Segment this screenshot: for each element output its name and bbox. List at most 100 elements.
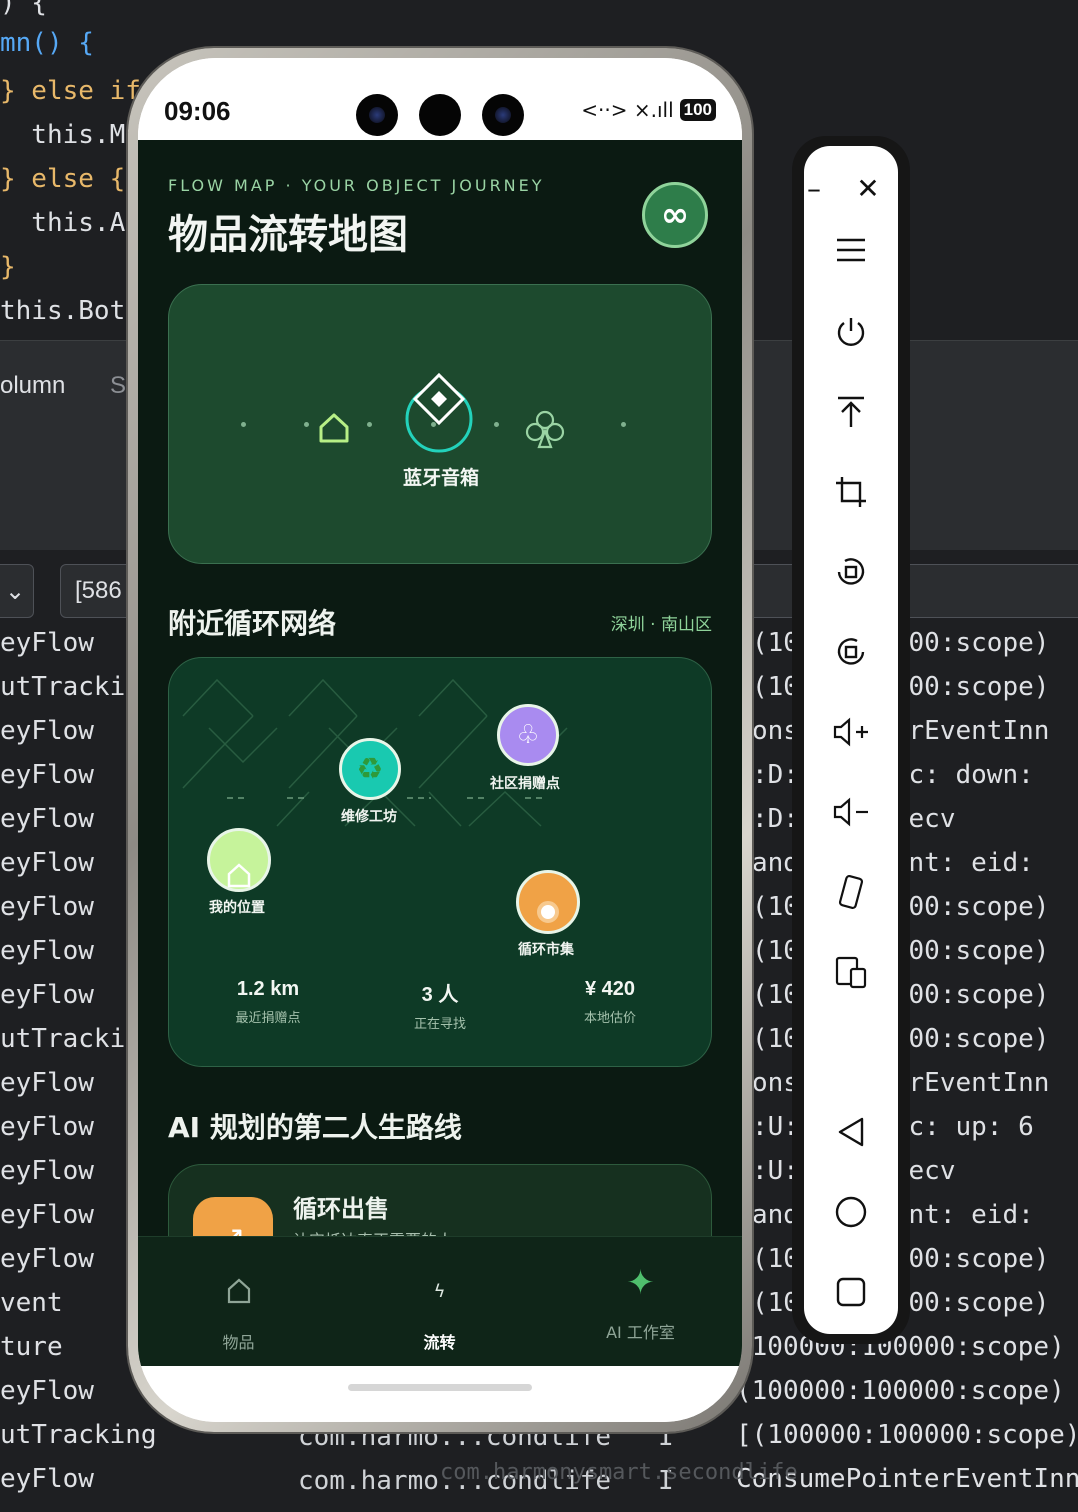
donate-point-node[interactable]: ♧ [497,704,559,766]
log-line: eyFlow [0,1376,94,1406]
code-line: this.Ma [0,120,141,150]
stat-seekers: 3 人 正在寻找 [365,978,515,1032]
status-bar: 09:06 <··> ×.ıll 100 [138,58,742,140]
my-location-label: 我的位置 [209,900,265,916]
recycle-icon: ♻ [356,751,384,787]
code-line: ) { [0,0,47,18]
log-line: eyFlow [0,1112,94,1142]
close-icon[interactable]: ✕ [838,158,898,218]
donate-point-label: 社区捐赠点 [490,776,560,792]
target-icon [537,901,559,923]
market-node[interactable] [516,870,580,934]
phone-screen: 09:06 <··> ×.ıll 100 FLOW MAP · YOUR OBJ… [138,58,742,1422]
emulator-toolbar-panel: – ✕ [804,146,898,1334]
rotate-top-icon[interactable] [804,382,898,442]
stat-value: ¥ 420 [584,978,636,1000]
home-indicator[interactable] [348,1384,532,1391]
nearby-network-card[interactable]: ♻ 维修工坊 ♧ 社区捐赠点 我的位置 循环市集 1.2 km 最近捐赠点 3 … [168,657,712,1067]
stat-label: 正在寻找 [413,1017,466,1032]
status-time: 09:06 [164,96,231,126]
log-line: utTracki [0,672,126,702]
location-label[interactable]: 深圳 · 南山区 [611,610,712,635]
log-line: eyFlow [0,716,94,746]
device-dropdown[interactable]: ⌄ [0,564,34,618]
log-line: eyFlow [0,760,94,790]
log-line: eyFlow [0,1068,94,1098]
code-line: } [0,252,16,282]
flow-hero-card[interactable]: 蓝牙音箱 [168,284,712,564]
tab-label: 物品 [222,1333,255,1352]
current-item-icon [405,372,473,453]
log-line: eyFlow [0,848,94,878]
power-icon[interactable] [804,302,898,362]
stat-value: 1.2 km [236,978,300,1000]
flow-dot [494,422,499,427]
club-icon: ♧ [516,720,540,750]
shake-icon[interactable] [804,862,898,922]
log-line: eyFlow [0,1200,94,1230]
code-line: mn() { [0,28,94,58]
code-line: } else { [0,164,126,194]
log-line: eyFlow [0,804,94,834]
log-line: ture [0,1332,63,1362]
route-card-title: 循环出售 [293,1195,389,1223]
watermark-text: com.harmonysmart.secondlife [440,1460,798,1485]
home-icon [319,413,349,443]
minimize-icon[interactable]: – [784,158,844,218]
home-icon [227,1278,251,1304]
log-line: utTracking [0,1420,157,1450]
camera-sensor-icon [419,94,461,136]
menu-icon[interactable] [804,220,898,280]
signal-icon: <··> ×.ıll [581,98,674,122]
tab-flow[interactable]: ϟ 流转 [339,1237,540,1366]
code-line: this.Bott [0,296,141,326]
log-line: utTracki [0,1024,126,1054]
flow-icon: ϟ [433,1281,446,1302]
camera-lens-icon [482,94,524,136]
home-icon [227,863,251,888]
sparkle-icon: ✦ [626,1263,655,1303]
rotate-right-icon[interactable] [804,622,898,682]
nearby-section-title: 附近循环网络 [168,607,337,640]
log-line: eyFlow [0,980,94,1010]
tab-label: AI 工作室 [606,1323,675,1342]
loop-button[interactable]: ∞ [642,182,708,248]
breadcrumb-s[interactable]: S [110,372,126,400]
rotate-left-icon[interactable] [804,542,898,602]
flow-dot [621,422,626,427]
ai-route-section-title: AI 规划的第二人生路线 [168,1111,462,1144]
page-title: 物品流转地图 [168,212,408,258]
gesture-area [138,1366,742,1422]
tab-items[interactable]: 物品 [138,1237,339,1366]
status-icons: <··> ×.ıll 100 [581,98,716,122]
log-line: eyFlow [0,1464,94,1494]
volume-up-icon[interactable] [804,702,898,762]
app-content: FLOW MAP · YOUR OBJECT JOURNEY 物品流转地图 ∞ [138,140,742,1366]
battery-badge: 100 [679,99,716,121]
tab-label: 流转 [423,1333,456,1352]
home-circle-icon[interactable] [804,1182,898,1242]
stat-label: 本地估价 [583,1011,636,1026]
log-line: eyFlow [0,936,94,966]
back-icon[interactable] [804,1102,898,1162]
current-item-name: 蓝牙音箱 [402,467,479,489]
crop-icon[interactable] [804,462,898,522]
flow-dot [241,422,246,427]
my-location-node[interactable] [207,828,271,892]
volume-down-icon[interactable] [804,782,898,842]
log-line: (100000:100000:scope) [736,1376,1065,1406]
recent-icon[interactable] [804,1262,898,1322]
code-line: this.Ai [0,208,141,238]
log-line: [(100000:100000:scope) [736,1420,1078,1450]
stat-value: 3 人 [421,984,459,1006]
flow-dot [304,422,309,427]
repair-node[interactable]: ♻ [339,738,401,800]
stat-label: 最近捐赠点 [235,1011,301,1026]
multi-device-icon[interactable] [804,942,898,1002]
tab-ai-studio[interactable]: ✦ AI 工作室 [540,1237,741,1366]
page-eyebrow: FLOW MAP · YOUR OBJECT JOURNEY [168,176,545,195]
breadcrumb-column[interactable]: olumn [0,372,65,400]
market-label: 循环市集 [518,942,574,958]
camera-lens-icon [356,94,398,136]
stat-distance: 1.2 km 最近捐赠点 [193,978,343,1026]
